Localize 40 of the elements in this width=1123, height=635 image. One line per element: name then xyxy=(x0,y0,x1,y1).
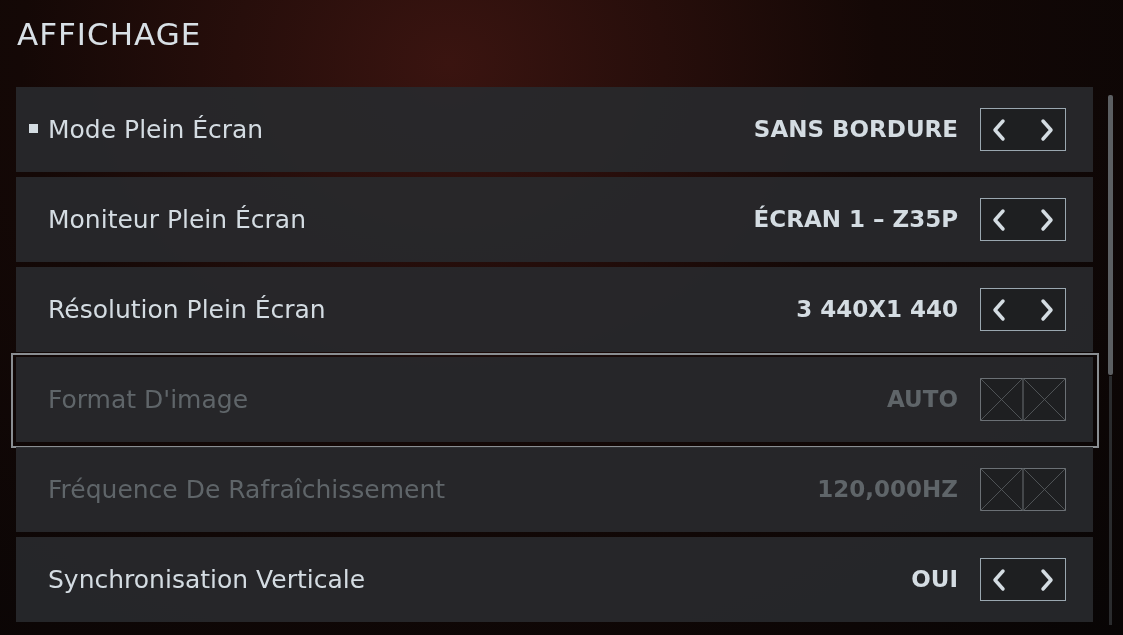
previous-button[interactable] xyxy=(991,207,1007,232)
disabled-selector-icon xyxy=(980,468,1066,511)
next-button[interactable] xyxy=(1039,297,1055,322)
chevron-left-icon xyxy=(991,567,1007,592)
setting-label: Synchronisation Verticale xyxy=(48,563,366,596)
setting-value: AUTO xyxy=(887,385,958,415)
setting-label: Format D'image xyxy=(48,383,249,416)
setting-row[interactable]: Mode Plein Écran SANS BORDURE xyxy=(16,87,1093,172)
next-button[interactable] xyxy=(1039,117,1055,142)
setting-value: SANS BORDURE xyxy=(753,115,958,145)
setting-value: 3 440X1 440 xyxy=(796,295,958,325)
disabled-selector-icon xyxy=(980,378,1066,421)
chevron-right-icon xyxy=(1039,207,1055,232)
setting-label: Moniteur Plein Écran xyxy=(48,203,307,236)
setting-row[interactable]: Résolution Plein Écran 3 440X1 440 xyxy=(16,267,1093,352)
option-selector[interactable] xyxy=(980,288,1066,331)
previous-button[interactable] xyxy=(991,567,1007,592)
setting-row[interactable]: Synchronisation Verticale OUI xyxy=(16,537,1093,622)
setting-value: OUI xyxy=(911,565,958,595)
previous-button[interactable] xyxy=(991,117,1007,142)
setting-label: Mode Plein Écran xyxy=(48,113,264,146)
option-selector[interactable] xyxy=(980,198,1066,241)
setting-value: 120,000HZ xyxy=(817,475,958,505)
setting-label: Résolution Plein Écran xyxy=(48,293,326,326)
option-selector[interactable] xyxy=(980,108,1066,151)
next-button[interactable] xyxy=(1039,567,1055,592)
next-button[interactable] xyxy=(1039,207,1055,232)
setting-label: Fréquence De Rafraîchissement xyxy=(48,473,446,506)
setting-row[interactable]: Moniteur Plein Écran ÉCRAN 1 – Z35P xyxy=(16,177,1093,262)
previous-button[interactable] xyxy=(991,297,1007,322)
section-title: AFFICHAGE xyxy=(16,15,203,54)
chevron-right-icon xyxy=(1039,117,1055,142)
chevron-left-icon xyxy=(991,117,1007,142)
chevron-right-icon xyxy=(1039,297,1055,322)
chevron-right-icon xyxy=(1039,567,1055,592)
chevron-left-icon xyxy=(991,297,1007,322)
chevron-left-icon xyxy=(991,207,1007,232)
scrollbar-thumb[interactable] xyxy=(1108,95,1113,375)
setting-value: ÉCRAN 1 – Z35P xyxy=(753,204,958,235)
option-selector[interactable] xyxy=(980,558,1066,601)
